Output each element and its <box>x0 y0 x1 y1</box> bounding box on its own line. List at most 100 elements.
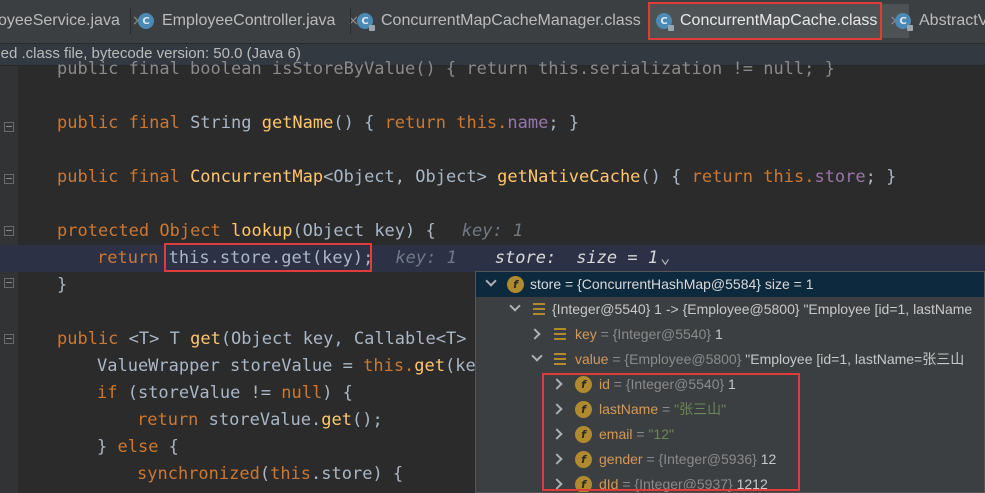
keyword: protected <box>57 221 160 241</box>
keyword: public final <box>57 113 191 133</box>
code-text: <T> <box>128 329 170 349</box>
keyword: else <box>117 437 159 457</box>
keyword: synchronized <box>137 464 260 484</box>
debug-inline-hint: key: 1 <box>461 221 524 241</box>
tree-field-gender[interactable]: f gender = {Integer@5936} 12 <box>476 447 984 472</box>
tree-node-value[interactable]: value = {Employee@5800} "Employee [id=1,… <box>476 347 984 372</box>
debug-inline-hint: key: 1 <box>395 248 457 268</box>
code-text: .store) { <box>311 464 404 484</box>
method-name: getNativeCache <box>497 167 641 187</box>
chevron-down-icon[interactable] <box>485 275 497 287</box>
chevron-right-icon[interactable] <box>551 478 563 490</box>
debug-store-label[interactable]: store: <box>495 248 556 268</box>
list-icon <box>554 353 566 365</box>
keyword: null <box>281 383 323 403</box>
code-text: } <box>57 275 68 295</box>
field-name: name <box>507 113 549 133</box>
node-string-value: "张三山" <box>674 401 727 417</box>
chevron-down-icon[interactable]: ⌄ <box>660 248 670 268</box>
code-text: storeValue. <box>208 410 322 430</box>
method-name: get <box>414 356 446 376</box>
node-name: email <box>599 426 633 442</box>
class-file-icon: C <box>357 13 375 31</box>
code-text: ValueWrapper storeValue = <box>97 356 364 376</box>
chevron-down-icon[interactable] <box>531 350 543 362</box>
method-name: get <box>321 410 352 430</box>
keyword: this. <box>456 113 508 133</box>
tab-concurrent-map-cache-manager[interactable]: C ConcurrentMapCacheManager.class × <box>357 4 664 38</box>
tab-label: oyeeService.java <box>0 12 120 29</box>
tab-concurrent-map-cache[interactable]: C ConcurrentMapCache.class × <box>648 4 910 38</box>
chevron-right-icon[interactable] <box>551 428 563 440</box>
fold-marker[interactable] <box>4 226 14 236</box>
current-execution-line: return this.store.get(key); key: 1 store: s… <box>0 245 985 272</box>
tab-label: EmployeeController.java <box>162 12 336 29</box>
tab-label: AbstractVa <box>919 12 985 29</box>
node-type: = {Employee@5800} <box>608 351 746 367</box>
tab-label: ConcurrentMapCacheManager.class <box>381 12 641 29</box>
tab-employee-controller[interactable]: C EmployeeController.java × <box>138 4 359 38</box>
method-name: lookup <box>231 221 293 241</box>
node-type: = <box>658 401 675 417</box>
keyword: return <box>691 167 764 187</box>
fold-marker[interactable] <box>4 122 14 132</box>
code-text: { <box>158 437 179 457</box>
editor-gutter <box>0 66 18 493</box>
chevron-right-icon[interactable] <box>529 328 541 340</box>
tree-field-id[interactable]: f id = {Integer@5540} 1 <box>476 372 984 397</box>
keyword: return <box>97 248 169 268</box>
code-text: <Object, Object> <box>323 167 498 187</box>
keyword: public final <box>57 167 191 187</box>
chevron-right-icon[interactable] <box>551 403 563 415</box>
method-name: get <box>190 329 221 349</box>
code-text: T <box>445 329 457 349</box>
field-name: store <box>814 167 866 187</box>
code-text: (); <box>351 410 383 430</box>
tree-node-map-entry[interactable]: {Integer@5540} 1 -> {Employee@5800} "Emp… <box>476 297 984 322</box>
code-text: ; } <box>548 113 580 133</box>
node-name: id <box>599 376 610 392</box>
fold-marker[interactable] <box>4 334 14 344</box>
field-icon: f <box>575 401 592 418</box>
code-text: () { <box>333 113 385 133</box>
tree-field-did[interactable]: f dId = {Integer@5937} 1212 <box>476 472 984 492</box>
code-text: public final boolean isStoreByValue() { … <box>57 59 835 79</box>
class-file-icon: C <box>895 13 913 31</box>
node-type: = {Integer@5937} <box>618 476 737 492</box>
debug-store-size[interactable]: size = 1 <box>576 248 658 268</box>
chevron-right-icon[interactable] <box>551 453 563 465</box>
tab-employee-service[interactable]: oyeeService.java × <box>0 4 144 38</box>
tree-field-lastname[interactable]: f lastName = "张三山" <box>476 397 984 422</box>
node-name: gender <box>599 451 643 467</box>
field-icon: f <box>575 376 592 393</box>
node-value: 1 <box>728 376 736 392</box>
node-value: 1 <box>714 326 723 342</box>
chevron-right-icon[interactable] <box>551 378 563 390</box>
node-type: = {Integer@5540} <box>609 376 729 392</box>
code-line: public final String getName() { return t… <box>18 110 985 137</box>
fold-marker[interactable] <box>4 174 14 184</box>
fold-marker[interactable] <box>4 278 14 288</box>
debug-value-popup[interactable]: f store = {ConcurrentHashMap@5584} size … <box>475 271 985 493</box>
field-icon: f <box>507 276 524 293</box>
code-text: ) { <box>322 383 353 403</box>
code-text: } <box>97 437 118 457</box>
code-expression: this.store.get(key); <box>168 248 374 268</box>
code-text: (Object key) { <box>292 221 436 241</box>
node-value: = {ConcurrentHashMap@5584} size = 1 <box>561 276 814 292</box>
keyword: this. <box>363 356 415 376</box>
keyword: return <box>137 410 209 430</box>
node-value: 1212 <box>736 476 768 492</box>
node-type: = {Integer@5936} <box>642 451 761 467</box>
code-line: protected Object lookup(Object key) { key… <box>18 218 985 245</box>
type-name: Object <box>159 221 232 241</box>
chevron-down-icon[interactable] <box>509 300 521 312</box>
tree-node-store[interactable]: f store = {ConcurrentHashMap@5584} size … <box>476 272 984 297</box>
tab-abstract-value[interactable]: C AbstractVa <box>895 4 985 38</box>
code-text: ( <box>259 464 271 484</box>
node-name: store <box>530 276 562 292</box>
tree-field-email[interactable]: f email = "12" <box>476 422 984 447</box>
class-file-icon: C <box>138 13 154 29</box>
tree-node-key[interactable]: key = {Integer@5540} 1 <box>476 322 984 347</box>
node-value: "Employee [id=1, lastName=张三山 <box>745 351 965 367</box>
